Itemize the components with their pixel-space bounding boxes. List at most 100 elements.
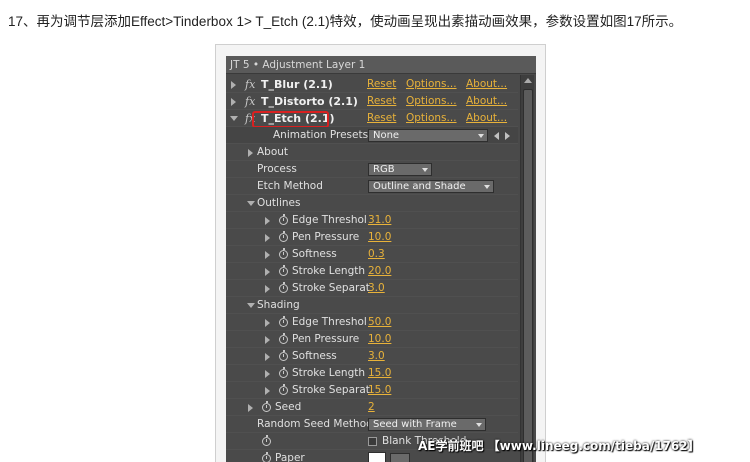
param-value[interactable]: 15.0 [368,382,391,399]
param-label: Stroke Length [292,367,366,379]
effect-list: fx T_Blur (2.1) Reset Options... About..… [226,76,518,462]
eyedropper-icon[interactable] [390,453,410,462]
stopwatch-icon[interactable] [279,367,288,378]
instruction-caption: 17、再为调节层添加Effect>Tinderbox 1> T_Etch (2.… [8,14,683,29]
expand-triangle-icon[interactable] [265,234,270,242]
stopwatch-icon[interactable] [279,265,288,276]
param-value[interactable]: 50.0 [368,314,391,331]
effect-row-t-etch[interactable]: fx T_Etch (2.1) Reset Options... About..… [226,110,518,128]
collapse-triangle-icon[interactable] [247,303,255,308]
random-seed-method-dropdown[interactable]: Seed with Frame [368,418,486,431]
stopwatch-icon[interactable] [262,435,271,446]
blank-threshold-checkbox[interactable] [368,437,377,446]
expand-triangle-icon[interactable] [265,217,270,225]
shading-group-row[interactable]: Shading [226,297,518,314]
about-label: About [257,146,289,158]
shading-stroke-length-row: Stroke Length 15.0 [226,365,518,382]
etch-method-row: Etch Method Outline and Shade [226,178,518,195]
outlines-stroke-length-row: Stroke Length 20.0 [226,263,518,280]
next-preset-icon[interactable] [505,132,510,140]
etch-method-value: Outline and Shade [373,181,466,192]
chevron-down-icon [478,134,484,138]
expand-triangle-icon[interactable] [265,336,270,344]
chevron-down-icon [476,423,482,427]
reset-link[interactable]: Reset [367,110,396,127]
shading-edge-threshold-row: Edge Threshol 50.0 [226,314,518,331]
reset-link[interactable]: Reset [367,93,396,110]
param-value[interactable]: 20.0 [368,263,391,280]
etch-method-label: Etch Method [257,180,323,192]
outlines-label: Outlines [257,197,301,209]
expand-triangle-icon[interactable] [265,251,270,259]
etch-method-dropdown[interactable]: Outline and Shade [368,180,494,193]
param-label: Stroke Separat [292,384,370,396]
expand-triangle-icon[interactable] [265,319,270,327]
reset-link[interactable]: Reset [367,76,396,93]
process-value: RGB [373,164,395,175]
stopwatch-icon[interactable] [279,231,288,242]
expand-triangle-icon[interactable] [265,387,270,395]
vertical-scrollbar[interactable] [520,75,534,462]
outlines-edge-threshold-row: Edge Threshol 31.0 [226,212,518,229]
options-link[interactable]: Options... [406,93,457,110]
param-value[interactable]: 31.0 [368,212,391,229]
stopwatch-icon[interactable] [279,384,288,395]
about-link[interactable]: About... [466,110,507,127]
stopwatch-icon[interactable] [279,282,288,293]
param-label: Pen Pressure [292,231,360,243]
animation-presets-dropdown[interactable]: None [368,129,488,142]
outlines-group-row[interactable]: Outlines [226,195,518,212]
expand-triangle-icon[interactable] [265,370,270,378]
effect-name: T_Blur (2.1) [261,78,333,91]
stopwatch-icon[interactable] [262,452,271,462]
shading-pen-pressure-row: Pen Pressure 10.0 [226,331,518,348]
process-dropdown[interactable]: RGB [368,163,432,176]
previous-preset-icon[interactable] [494,132,499,140]
paper-color-swatch[interactable] [368,452,386,462]
expand-triangle-icon[interactable] [248,149,253,157]
seed-row: Seed 2 [226,399,518,416]
param-label: Stroke Separat [292,282,370,294]
stopwatch-icon[interactable] [262,401,271,412]
expand-triangle-icon[interactable] [248,404,253,412]
seed-label: Seed [275,401,302,413]
scroll-up-arrow-icon[interactable] [524,78,532,83]
effect-controls-panel: JT 5 • Adjustment Layer 1 fx T_Blur (2.1… [226,56,536,462]
param-value[interactable]: 15.0 [368,365,391,382]
effect-row-t-distorto[interactable]: fx T_Distorto (2.1) Reset Options... Abo… [226,93,518,110]
param-label: Softness [292,248,337,260]
effect-name: T_Distorto (2.1) [261,95,358,108]
about-link[interactable]: About... [466,76,507,93]
stopwatch-icon[interactable] [279,350,288,361]
param-value[interactable]: 10.0 [368,331,391,348]
stopwatch-icon[interactable] [279,316,288,327]
collapse-triangle-icon[interactable] [230,116,238,121]
stopwatch-icon[interactable] [279,248,288,259]
options-link[interactable]: Options... [406,76,457,93]
stopwatch-icon[interactable] [279,214,288,225]
stopwatch-icon[interactable] [279,333,288,344]
shading-softness-row: Softness 3.0 [226,348,518,365]
param-label: Pen Pressure [292,333,360,345]
param-value[interactable]: 3.0 [368,348,385,365]
expand-triangle-icon[interactable] [265,285,270,293]
expand-triangle-icon[interactable] [265,353,270,361]
param-value[interactable]: 3.0 [368,280,385,297]
param-value[interactable]: 10.0 [368,229,391,246]
expand-triangle-icon[interactable] [231,81,236,89]
seed-value[interactable]: 2 [368,399,375,416]
param-value[interactable]: 0.3 [368,246,385,263]
animation-presets-value: None [373,130,400,141]
fx-icon[interactable]: fx [245,93,255,110]
process-row: Process RGB [226,161,518,178]
expand-triangle-icon[interactable] [265,268,270,276]
about-link[interactable]: About... [466,93,507,110]
options-link[interactable]: Options... [406,110,457,127]
expand-triangle-icon[interactable] [231,98,236,106]
about-row[interactable]: About [226,144,518,161]
collapse-triangle-icon[interactable] [247,201,255,206]
panel-title: JT 5 • Adjustment Layer 1 [226,56,536,74]
scroll-thumb[interactable] [523,89,533,462]
effect-row-t-blur[interactable]: fx T_Blur (2.1) Reset Options... About..… [226,76,518,93]
fx-icon[interactable]: fx [245,76,255,93]
